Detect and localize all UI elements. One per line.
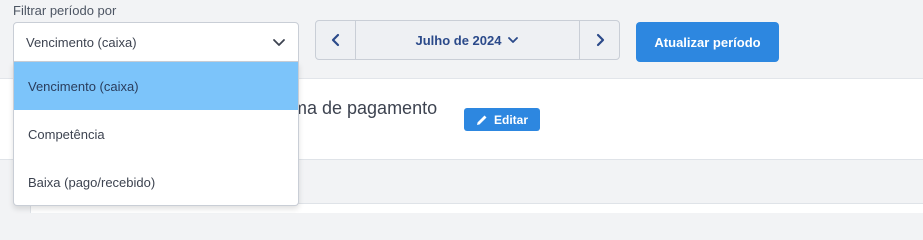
- panel-title: rma de pagamento: [286, 98, 438, 118]
- pencil-icon: [476, 115, 487, 125]
- chevron-down-icon: [508, 37, 519, 43]
- month-selector[interactable]: Julho de 2024: [356, 21, 579, 59]
- update-period-button[interactable]: Atualizar período: [636, 22, 779, 62]
- filter-period-dropdown: Vencimento (caixa) Competência Baixa (pa…: [13, 62, 299, 206]
- dropdown-option-baixa[interactable]: Baixa (pago/recebido): [14, 158, 298, 206]
- current-month-label: Julho de 2024: [415, 32, 502, 48]
- previous-month-button[interactable]: [316, 21, 356, 59]
- edit-button[interactable]: Editar: [464, 108, 540, 131]
- next-month-button[interactable]: [579, 21, 619, 59]
- chevron-right-icon: [596, 33, 604, 47]
- filter-period-selected-value: Vencimento (caixa): [26, 34, 137, 50]
- edit-button-label: Editar: [493, 112, 528, 127]
- chevron-left-icon: [331, 33, 339, 47]
- chevron-down-icon: [272, 35, 286, 49]
- filter-period-label: Filtrar período por: [13, 3, 117, 18]
- filter-period-select[interactable]: Vencimento (caixa): [13, 22, 299, 62]
- period-navigator: Julho de 2024: [315, 20, 620, 60]
- dropdown-option-vencimento[interactable]: Vencimento (caixa): [14, 62, 298, 110]
- dropdown-option-competencia[interactable]: Competência: [14, 110, 298, 158]
